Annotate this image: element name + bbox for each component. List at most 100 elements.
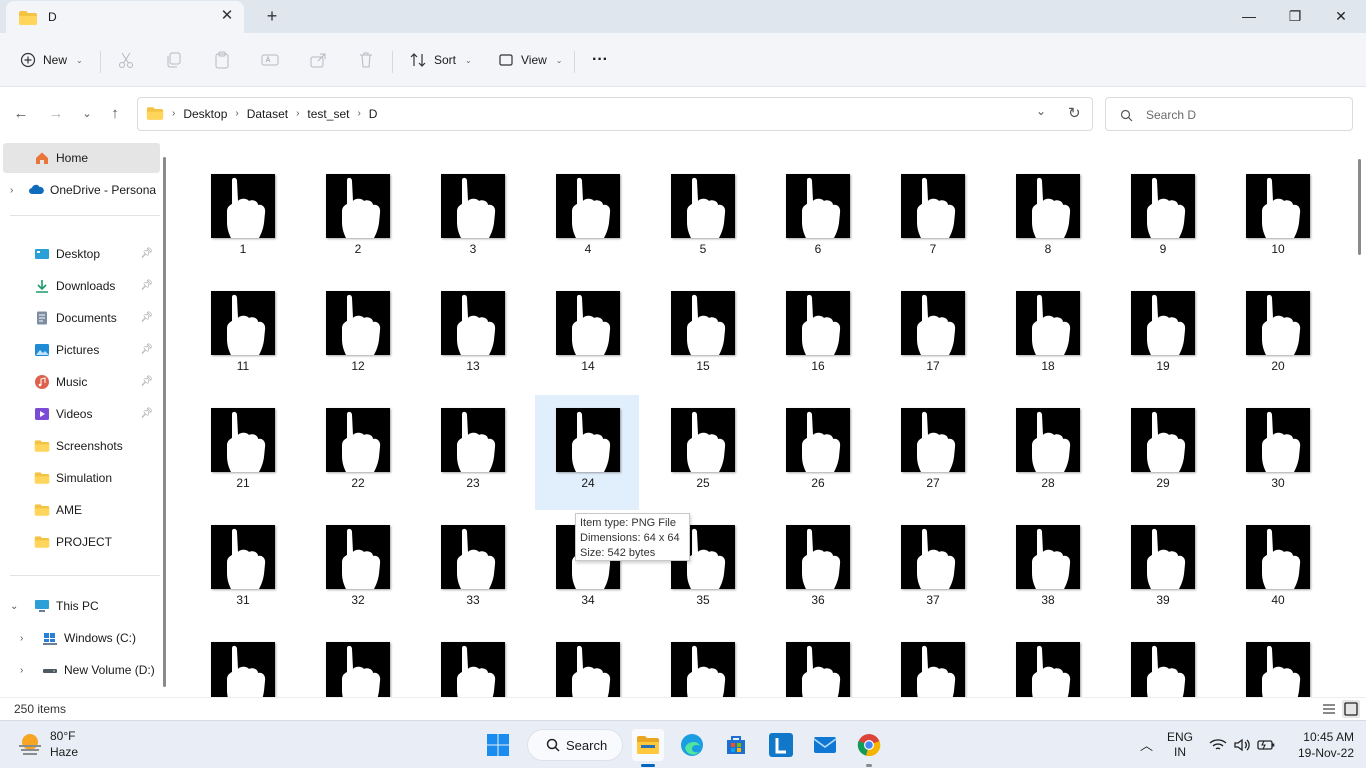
pin-icon[interactable]: 📌︎ — [140, 280, 153, 291]
back-arrow-icon[interactable]: ← — [10, 104, 32, 124]
file-tile[interactable]: 31 — [190, 512, 294, 627]
content-scrollbar[interactable] — [1354, 141, 1366, 697]
breadcrumb-test-set[interactable]: test_set — [307, 107, 349, 121]
share-icon[interactable] — [308, 50, 328, 70]
sidebar-item-ame[interactable]: AME — [0, 495, 157, 525]
file-tile[interactable] — [765, 629, 869, 697]
sidebar-item-music[interactable]: Music 📌︎ — [0, 367, 157, 397]
file-tile[interactable]: 23 — [420, 395, 524, 510]
delete-icon[interactable] — [356, 50, 376, 70]
weather-description[interactable]: Haze — [50, 745, 78, 759]
system-clock[interactable]: 10:45 AM 19-Nov-22 — [1298, 729, 1354, 761]
tab-d[interactable]: D ✕ — [6, 1, 244, 33]
restore-button[interactable]: ❐ — [1272, 4, 1318, 28]
chevron-right-icon[interactable]: › — [10, 185, 28, 196]
breadcrumb-d[interactable]: D — [369, 107, 378, 121]
sidebar-item-videos[interactable]: Videos 📌︎ — [0, 399, 157, 429]
sort-button[interactable]: Sort ⌄ — [409, 47, 472, 73]
new-button[interactable]: New ⌄ — [20, 47, 83, 73]
file-tile[interactable]: 16 — [765, 278, 869, 393]
refresh-icon[interactable]: ↻ — [1068, 104, 1081, 122]
breadcrumb-desktop[interactable]: Desktop — [183, 107, 227, 121]
wifi-icon[interactable] — [1209, 738, 1227, 752]
file-tile[interactable] — [650, 629, 754, 697]
file-tile[interactable]: 28 — [995, 395, 1099, 510]
file-tile[interactable]: 17 — [880, 278, 984, 393]
file-tile[interactable]: 37 — [880, 512, 984, 627]
file-tile[interactable]: 20 — [1225, 278, 1329, 393]
volume-icon[interactable] — [1233, 737, 1251, 753]
file-tile[interactable] — [535, 629, 639, 697]
file-tile[interactable]: 7 — [880, 161, 984, 276]
large-icons-view-icon[interactable] — [1342, 700, 1360, 718]
search-input[interactable]: Search D — [1146, 108, 1196, 122]
file-tile[interactable]: 2 — [305, 161, 409, 276]
file-tile[interactable] — [420, 629, 524, 697]
file-tile[interactable]: 38 — [995, 512, 1099, 627]
taskbar-file-explorer[interactable] — [632, 729, 664, 767]
taskbar-l-app[interactable] — [765, 729, 797, 761]
pin-icon[interactable]: 📌︎ — [140, 344, 153, 355]
sidebar-item-project[interactable]: PROJECT — [0, 527, 157, 557]
new-tab-button[interactable]: + — [262, 6, 282, 26]
close-tab-icon[interactable]: ✕ — [218, 7, 236, 25]
weather-haze-icon[interactable] — [16, 731, 44, 757]
file-tile[interactable]: 14 — [535, 278, 639, 393]
sidebar-item-onedrive[interactable]: › OneDrive - Persona — [0, 175, 157, 205]
chevron-right-icon[interactable]: › — [20, 633, 42, 644]
taskbar-store[interactable] — [720, 729, 752, 761]
file-tile[interactable] — [190, 629, 294, 697]
file-tile[interactable]: 3 — [420, 161, 524, 276]
file-tile[interactable]: 13 — [420, 278, 524, 393]
input-language[interactable]: ENG IN — [1162, 730, 1198, 760]
pin-icon[interactable]: 📌︎ — [140, 376, 153, 387]
file-tile[interactable]: 10 — [1225, 161, 1329, 276]
file-tile[interactable] — [880, 629, 984, 697]
chevron-right-icon[interactable]: › — [20, 665, 42, 676]
pin-icon[interactable]: 📌︎ — [140, 248, 153, 259]
address-bar[interactable]: › Desktop › Dataset › test_set › D ⌄ ↻ — [137, 97, 1093, 131]
sidebar-item-simulation[interactable]: Simulation — [0, 463, 157, 493]
sidebar-item-documents[interactable]: Documents 📌︎ — [0, 303, 157, 333]
file-tile[interactable]: 40 — [1225, 512, 1329, 627]
file-tile[interactable]: 27 — [880, 395, 984, 510]
file-tile[interactable] — [1225, 629, 1329, 697]
file-tile[interactable]: 32 — [305, 512, 409, 627]
battery-icon[interactable] — [1257, 738, 1275, 752]
sidebar-scrollbar[interactable] — [163, 157, 166, 687]
sidebar-item-screenshots[interactable]: Screenshots — [0, 431, 157, 461]
file-tile[interactable]: 5 — [650, 161, 754, 276]
sidebar-item-this-pc[interactable]: ⌄ This PC — [0, 591, 157, 621]
show-hidden-icons-chevron-icon[interactable]: ︿ — [1140, 735, 1153, 754]
cut-icon[interactable] — [116, 50, 136, 70]
sidebar-item-home[interactable]: Home — [3, 143, 160, 173]
file-tile[interactable]: 26 — [765, 395, 869, 510]
file-tile[interactable]: 12 — [305, 278, 409, 393]
file-tile[interactable] — [305, 629, 409, 697]
file-tile[interactable]: 33 — [420, 512, 524, 627]
file-tile[interactable]: 39 — [1110, 512, 1214, 627]
file-tile[interactable]: 8 — [995, 161, 1099, 276]
copy-icon[interactable] — [164, 50, 184, 70]
sidebar-item-desktop[interactable]: Desktop 📌︎ — [0, 239, 157, 269]
file-tile[interactable]: 15 — [650, 278, 754, 393]
up-arrow-icon[interactable]: ↑ — [104, 104, 126, 124]
more-options-button[interactable]: ··· — [592, 47, 608, 73]
file-tile[interactable]: 19 — [1110, 278, 1214, 393]
taskbar-search-button[interactable]: Search — [527, 729, 623, 761]
file-tile[interactable] — [995, 629, 1099, 697]
details-view-icon[interactable] — [1320, 700, 1338, 718]
file-tile[interactable]: 11 — [190, 278, 294, 393]
breadcrumb-dataset[interactable]: Dataset — [247, 107, 288, 121]
sidebar-item-pictures[interactable]: Pictures 📌︎ — [0, 335, 157, 365]
weather-temperature[interactable]: 80°F — [50, 729, 75, 743]
taskbar-chrome[interactable] — [853, 729, 885, 767]
pin-icon[interactable]: 📌︎ — [140, 312, 153, 323]
rename-icon[interactable] — [260, 50, 280, 70]
search-box[interactable]: Search D — [1105, 97, 1353, 131]
file-tile[interactable]: 22 — [305, 395, 409, 510]
scrollbar-thumb[interactable] — [1358, 159, 1361, 255]
file-tile[interactable]: 30 — [1225, 395, 1329, 510]
sidebar-item-new-volume-d[interactable]: › New Volume (D:) — [0, 655, 157, 685]
view-button[interactable]: View ⌄ — [498, 47, 563, 73]
